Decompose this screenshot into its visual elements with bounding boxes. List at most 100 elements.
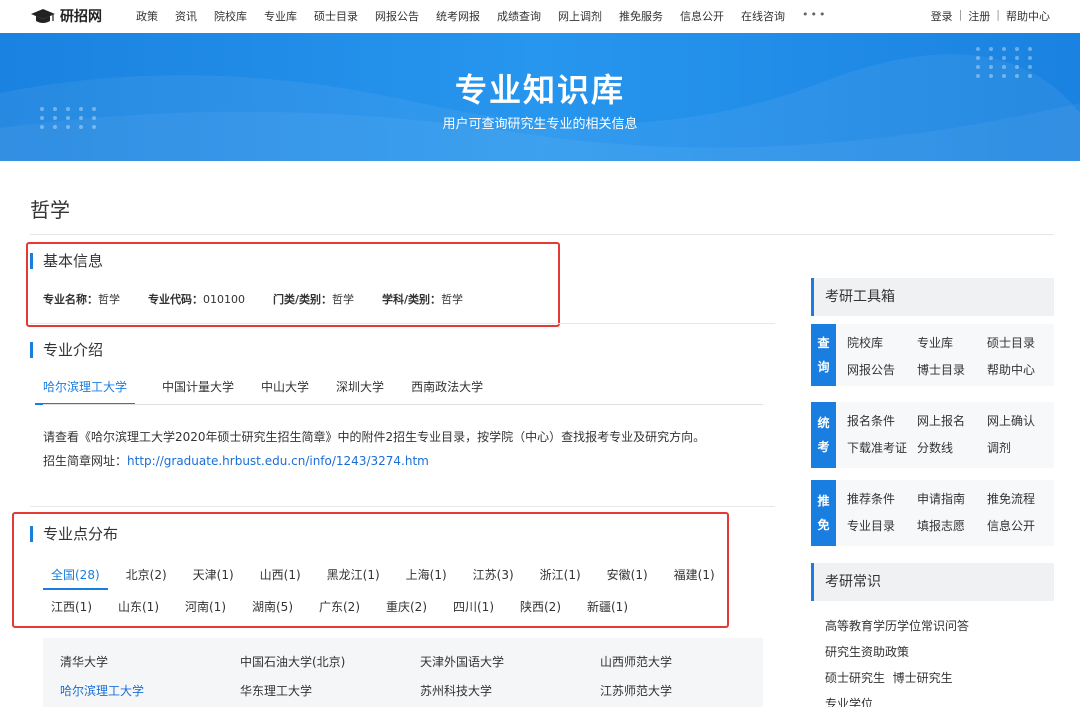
school-link[interactable]: 天津外国语大学 bbox=[420, 653, 600, 670]
toolbox-group-exam: 统考 报名条件 网上报名 网上确认 下载准考证 分数线 调剂 bbox=[811, 402, 1054, 468]
section-heading-basic-info: 基本信息 bbox=[30, 253, 103, 269]
region-heilongjiang[interactable]: 黑龙江(1) bbox=[327, 566, 380, 590]
divider: | bbox=[996, 8, 1000, 21]
nav-item-news[interactable]: 资讯 bbox=[175, 8, 197, 24]
register-link[interactable]: 注册 bbox=[968, 8, 990, 24]
toolbox-group-label: 推免 bbox=[811, 480, 836, 546]
region-zhejiang[interactable]: 浙江(1) bbox=[540, 566, 581, 590]
knowledge-link[interactable]: 研究生资助政策 bbox=[825, 645, 909, 659]
region-sichuan[interactable]: 四川(1) bbox=[453, 598, 494, 620]
nav-item-exam-registration[interactable]: 统考网报 bbox=[436, 8, 480, 24]
tab-sysu[interactable]: 中山大学 bbox=[261, 378, 309, 405]
nav-item-score-query[interactable]: 成绩查询 bbox=[497, 8, 541, 24]
highlight-box-basic-info bbox=[26, 242, 560, 327]
region-anhui[interactable]: 安徽(1) bbox=[607, 566, 648, 590]
region-filter-row-2: 江西(1) 山东(1) 河南(1) 湖南(5) 广东(2) 重庆(2) 四川(1… bbox=[51, 598, 654, 620]
knowledge-link[interactable]: 专业学位 bbox=[825, 697, 873, 707]
school-link[interactable]: 清华大学 bbox=[60, 653, 240, 670]
tool-link[interactable]: 分数线 bbox=[917, 439, 987, 456]
site-logo[interactable]: 研招网 bbox=[30, 6, 102, 26]
knowledge-link[interactable]: 博士研究生 bbox=[893, 671, 953, 685]
school-link[interactable]: 江苏师范大学 bbox=[600, 682, 780, 699]
nav-item-schools[interactable]: 院校库 bbox=[214, 8, 247, 24]
school-list: 清华大学 中国石油大学(北京) 天津外国语大学 山西师范大学 哈尔滨理工大学 华… bbox=[60, 653, 780, 699]
school-link[interactable]: 中国石油大学(北京) bbox=[240, 653, 420, 670]
tab-cjlu[interactable]: 中国计量大学 bbox=[162, 378, 234, 405]
region-shanxi[interactable]: 山西(1) bbox=[260, 566, 301, 590]
divider bbox=[43, 404, 763, 405]
toolbox-group-query: 查询 院校库 专业库 硕士目录 网报公告 博士目录 帮助中心 bbox=[811, 324, 1054, 386]
tool-link[interactable]: 专业目录 bbox=[847, 517, 917, 534]
region-chongqing[interactable]: 重庆(2) bbox=[386, 598, 427, 620]
region-henan[interactable]: 河南(1) bbox=[185, 598, 226, 620]
region-beijing[interactable]: 北京(2) bbox=[126, 566, 167, 590]
region-jiangsu[interactable]: 江苏(3) bbox=[473, 566, 514, 590]
knowledge-link[interactable]: 高等教育学历学位常识问答 bbox=[825, 619, 969, 633]
divider: | bbox=[958, 8, 963, 21]
tool-link[interactable]: 申请指南 bbox=[917, 490, 987, 507]
region-guangdong[interactable]: 广东(2) bbox=[319, 598, 360, 620]
university-tabs: 哈尔滨理工大学 中国计量大学 中山大学 深圳大学 西南政法大学 bbox=[35, 378, 510, 405]
region-fujian[interactable]: 福建(1) bbox=[674, 566, 715, 590]
tab-szu[interactable]: 深圳大学 bbox=[336, 378, 384, 405]
tool-link[interactable]: 院校库 bbox=[847, 334, 917, 351]
tool-link[interactable]: 网上报名 bbox=[917, 412, 987, 429]
nav-item-registration-notice[interactable]: 网报公告 bbox=[375, 8, 419, 24]
nav-item-adjustment[interactable]: 网上调剂 bbox=[558, 8, 602, 24]
login-link[interactable]: 登录 bbox=[931, 8, 953, 24]
field-discipline: 学科/类别：哲学 bbox=[382, 293, 464, 306]
toolbox-group-label: 统考 bbox=[811, 402, 836, 468]
field-major-name: 专业名称：哲学 bbox=[43, 293, 120, 306]
divider bbox=[30, 506, 775, 507]
nav-item-master-catalog[interactable]: 硕士目录 bbox=[314, 8, 358, 24]
section-heading-distribution: 专业点分布 bbox=[30, 526, 118, 542]
tool-link[interactable]: 帮助中心 bbox=[987, 361, 1057, 378]
tool-link[interactable]: 信息公开 bbox=[987, 517, 1057, 534]
school-link[interactable]: 哈尔滨理工大学 bbox=[60, 682, 240, 699]
page-title: 哲学 bbox=[30, 198, 70, 222]
tool-link[interactable]: 推免流程 bbox=[987, 490, 1057, 507]
more-icon[interactable]: ••• bbox=[802, 8, 827, 24]
tool-link[interactable]: 专业库 bbox=[917, 334, 987, 351]
field-category: 门类/类别：哲学 bbox=[273, 293, 355, 306]
sidebar-heading-toolbox: 考研工具箱 bbox=[811, 278, 1054, 316]
tool-link[interactable]: 调剂 bbox=[987, 439, 1057, 456]
region-shandong[interactable]: 山东(1) bbox=[118, 598, 159, 620]
region-shaanxi[interactable]: 陕西(2) bbox=[520, 598, 561, 620]
region-shanghai[interactable]: 上海(1) bbox=[406, 566, 447, 590]
tool-link[interactable]: 报名条件 bbox=[847, 412, 917, 429]
admission-brochure-link[interactable]: http://graduate.hrbust.edu.cn/info/1243/… bbox=[127, 454, 429, 468]
region-all[interactable]: 全国(28) bbox=[43, 566, 108, 590]
nav-item-policy[interactable]: 政策 bbox=[136, 8, 158, 24]
user-links: 登录 | 注册 | 帮助中心 bbox=[931, 8, 1050, 24]
school-link[interactable]: 华东理工大学 bbox=[240, 682, 420, 699]
tool-link[interactable]: 填报志愿 bbox=[917, 517, 987, 534]
tool-link[interactable]: 博士目录 bbox=[917, 361, 987, 378]
region-filter-row-1: 全国(28) 北京(2) 天津(1) 山西(1) 黑龙江(1) 上海(1) 江苏… bbox=[43, 566, 741, 590]
nav-item-majors[interactable]: 专业库 bbox=[264, 8, 297, 24]
graduation-cap-icon bbox=[31, 9, 55, 23]
sidebar-heading-knowledge: 考研常识 bbox=[811, 563, 1054, 601]
region-jiangxi[interactable]: 江西(1) bbox=[51, 598, 92, 620]
tool-link[interactable]: 网报公告 bbox=[847, 361, 917, 378]
school-link[interactable]: 山西师范大学 bbox=[600, 653, 780, 670]
nav-item-recommendation[interactable]: 推免服务 bbox=[619, 8, 663, 24]
tool-link[interactable]: 下载准考证 bbox=[847, 439, 917, 456]
toolbox-group-recommend: 推免 推荐条件 申请指南 推免流程 专业目录 填报志愿 信息公开 bbox=[811, 480, 1054, 546]
hero-banner: 专业知识库 用户可查询研究生专业的相关信息 bbox=[0, 33, 1080, 161]
tab-hrbust[interactable]: 哈尔滨理工大学 bbox=[35, 378, 136, 405]
help-center-link[interactable]: 帮助中心 bbox=[1006, 8, 1050, 24]
tool-link[interactable]: 推荐条件 bbox=[847, 490, 917, 507]
school-link[interactable]: 苏州科技大学 bbox=[420, 682, 600, 699]
region-xinjiang[interactable]: 新疆(1) bbox=[587, 598, 628, 620]
nav-item-consult[interactable]: 在线咨询 bbox=[741, 8, 785, 24]
nav-item-info-public[interactable]: 信息公开 bbox=[680, 8, 724, 24]
knowledge-link[interactable]: 硕士研究生 bbox=[825, 671, 885, 685]
knowledge-list: 高等教育学历学位常识问答 研究生资助政策 硕士研究生 博士研究生 专业学位 bbox=[825, 613, 969, 707]
top-navbar: 研招网 政策 资讯 院校库 专业库 硕士目录 网报公告 统考网报 成绩查询 网上… bbox=[0, 0, 1080, 32]
region-hunan[interactable]: 湖南(5) bbox=[252, 598, 293, 620]
region-tianjin[interactable]: 天津(1) bbox=[193, 566, 234, 590]
tool-link[interactable]: 网上确认 bbox=[987, 412, 1057, 429]
tab-swupl[interactable]: 西南政法大学 bbox=[411, 378, 483, 405]
tool-link[interactable]: 硕士目录 bbox=[987, 334, 1057, 351]
